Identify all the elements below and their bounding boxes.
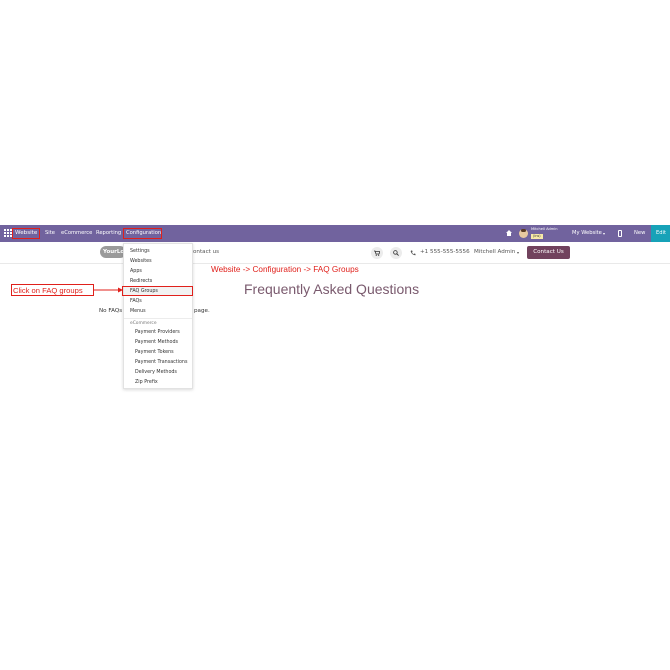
highlight-configuration bbox=[123, 228, 162, 239]
menu-item-menus[interactable]: Menus bbox=[130, 309, 146, 314]
header-user[interactable]: Mitchell Admin bbox=[474, 249, 515, 255]
chevron-down-icon bbox=[603, 233, 605, 235]
contact-us-button[interactable]: Contact Us bbox=[527, 246, 570, 259]
callout-text: Click on FAQ groups bbox=[13, 286, 83, 295]
menu-item-faqs[interactable]: FAQs bbox=[130, 299, 142, 304]
highlight-website bbox=[12, 228, 40, 239]
menu-item-payment-methods[interactable]: Payment Methods bbox=[135, 340, 178, 345]
no-faq-text: No FAQs bbox=[99, 308, 123, 314]
menu-item-payment-providers[interactable]: Payment Providers bbox=[135, 330, 180, 335]
menu-ecommerce[interactable]: eCommerce bbox=[61, 225, 92, 242]
cart-button[interactable] bbox=[371, 247, 383, 259]
menu-item-redirects[interactable]: Redirects bbox=[130, 279, 152, 284]
menu-reporting[interactable]: Reporting bbox=[96, 225, 121, 242]
avatar[interactable] bbox=[519, 229, 528, 238]
user-chevron-icon bbox=[517, 252, 519, 254]
path-annotation: Website -> Configuration -> FAQ Groups bbox=[211, 265, 359, 274]
search-icon bbox=[393, 250, 399, 256]
new-button[interactable]: New bbox=[634, 225, 645, 242]
page-title: Frequently Asked Questions bbox=[244, 281, 420, 297]
menu-divider bbox=[124, 318, 192, 319]
search-button[interactable] bbox=[390, 247, 402, 259]
edit-label: Edit bbox=[656, 230, 667, 236]
highlight-faq-groups bbox=[122, 286, 193, 296]
apps-menu-icon[interactable] bbox=[4, 229, 12, 237]
edit-button[interactable]: Edit bbox=[651, 225, 670, 242]
menu-item-delivery-methods[interactable]: Delivery Methods bbox=[135, 370, 177, 375]
cart-icon bbox=[374, 250, 380, 256]
no-faq-text-end: page. bbox=[194, 308, 210, 314]
db-badge: (Ins) bbox=[531, 234, 543, 239]
menu-section-ecommerce: eCommerce bbox=[130, 321, 157, 326]
menu-site[interactable]: Site bbox=[45, 225, 55, 242]
phone-number[interactable]: +1 555-555-5556 bbox=[420, 249, 470, 255]
menu-item-zip-prefix[interactable]: Zip Prefix bbox=[135, 380, 158, 385]
top-navbar: Website Site eCommerce Reporting Configu… bbox=[0, 225, 670, 242]
menu-item-websites[interactable]: Websites bbox=[130, 259, 152, 264]
mobile-preview-icon[interactable] bbox=[618, 230, 622, 237]
phone-icon bbox=[410, 250, 416, 256]
menu-item-payment-tokens[interactable]: Payment Tokens bbox=[135, 350, 174, 355]
nav-contact-us[interactable]: ontact us bbox=[193, 249, 219, 255]
menu-item-settings[interactable]: Settings bbox=[130, 249, 150, 254]
configuration-dropdown: Settings Websites Apps Redirects FAQ Gro… bbox=[123, 243, 193, 389]
callout-arrow bbox=[94, 287, 123, 293]
home-icon[interactable] bbox=[506, 230, 512, 236]
menu-item-payment-transactions[interactable]: Payment Transactions bbox=[135, 360, 187, 365]
callout-box: Click on FAQ groups bbox=[11, 284, 94, 296]
my-website-switcher[interactable]: My Website bbox=[572, 225, 602, 242]
menu-item-apps[interactable]: Apps bbox=[130, 269, 142, 274]
